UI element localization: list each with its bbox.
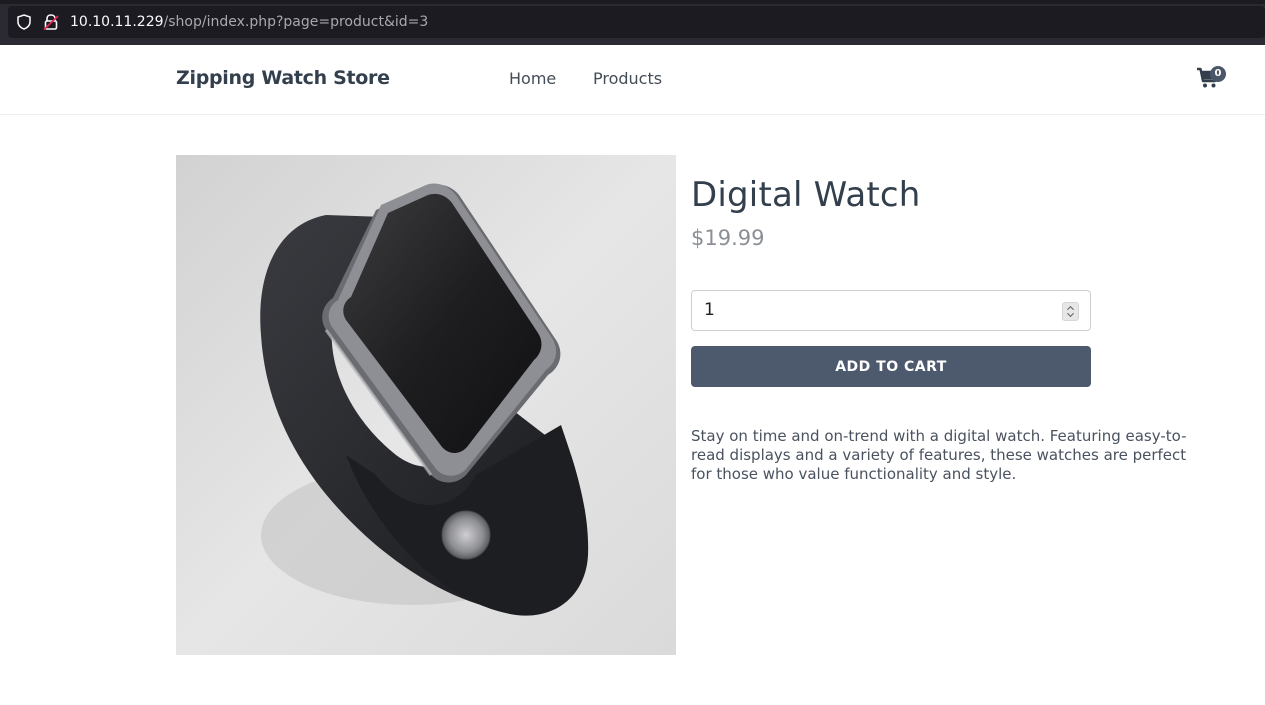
product-description: Stay on time and on-trend with a digital… — [691, 427, 1187, 483]
spinner-arrows-icon[interactable] — [1062, 302, 1079, 321]
nav-products-link[interactable]: Products — [593, 69, 662, 88]
insecure-lock-icon[interactable] — [42, 13, 60, 31]
tab-strip — [0, 0, 1265, 4]
product-title: Digital Watch — [691, 175, 921, 215]
url-host: 10.10.11.229 — [70, 14, 164, 30]
shield-icon[interactable] — [16, 14, 32, 30]
product-price: $19.99 — [691, 226, 765, 250]
site-header: Zipping Watch Store Home Products 0 — [0, 45, 1265, 115]
url-path: /shop/index.php?page=product&id=3 — [163, 14, 429, 30]
browser-toolbar: 10.10.11.229/shop/index.php?page=product… — [0, 0, 1265, 45]
quantity-stepper[interactable] — [691, 290, 1091, 331]
add-to-cart-button[interactable]: ADD TO CART — [691, 346, 1091, 387]
nav-home-link[interactable]: Home — [509, 69, 556, 88]
quantity-input[interactable] — [704, 300, 1044, 320]
url-text[interactable]: 10.10.11.229/shop/index.php?page=product… — [70, 13, 428, 31]
product-image — [176, 155, 676, 655]
cart-count-badge: 0 — [1210, 66, 1226, 82]
brand-logo-text[interactable]: Zipping Watch Store — [176, 67, 390, 89]
product-info: Digital Watch $19.99 — [691, 175, 1211, 251]
